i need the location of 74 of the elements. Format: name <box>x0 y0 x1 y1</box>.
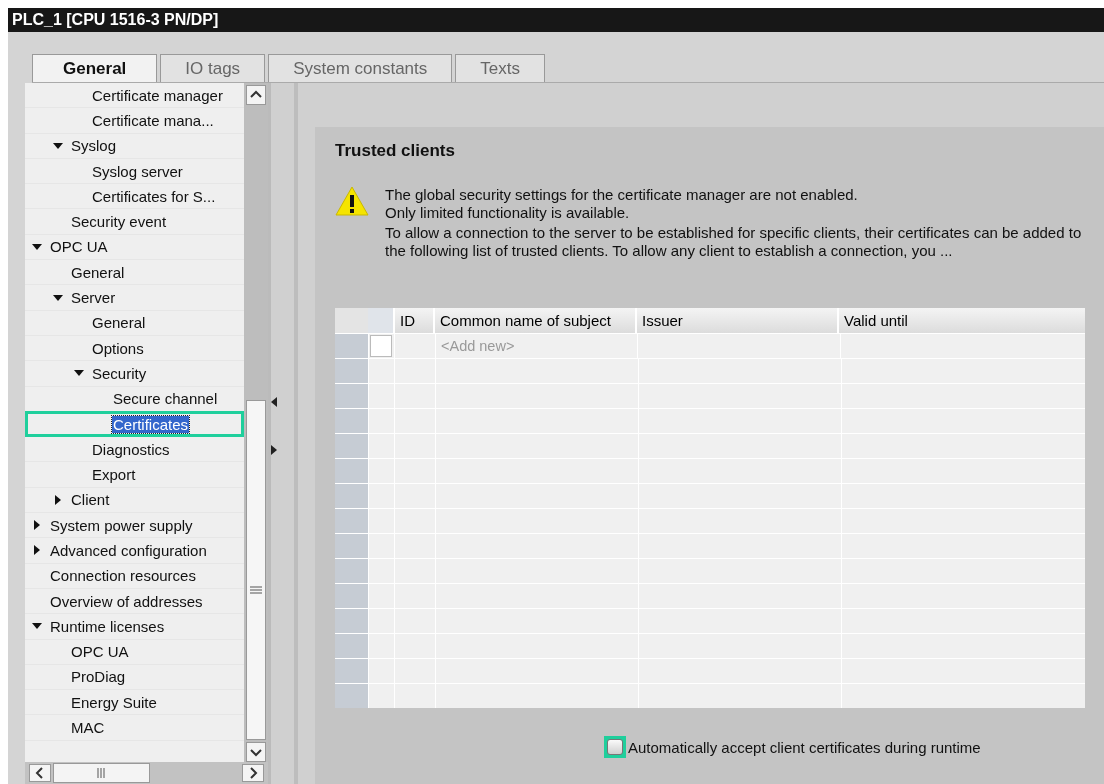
row-header[interactable] <box>335 659 369 683</box>
expanded-arrow-icon[interactable] <box>53 140 63 151</box>
tree-item[interactable]: General <box>91 314 147 332</box>
row-header[interactable] <box>335 584 369 608</box>
corner-cell <box>335 308 368 333</box>
row-header[interactable] <box>335 359 369 383</box>
tab[interactable]: Texts <box>455 54 545 82</box>
tree-item[interactable]: Connection resources <box>49 567 197 585</box>
tree-item[interactable]: Client <box>70 491 111 509</box>
tree-item[interactable]: Certificate mana... <box>91 111 215 129</box>
tree-item[interactable]: ProDiag <box>70 668 127 686</box>
scroll-right-icon[interactable] <box>242 764 264 782</box>
expanded-arrow-icon[interactable] <box>53 292 63 303</box>
scroll-left-icon[interactable] <box>29 764 51 782</box>
tree-item[interactable]: Security event <box>70 213 168 231</box>
tree-item[interactable]: Runtime licenses <box>49 617 166 635</box>
tree-item[interactable]: Certificates <box>112 415 190 433</box>
horizontal-scrollbar[interactable] <box>25 762 268 784</box>
scroll-up-icon[interactable] <box>246 85 266 105</box>
tree-item[interactable]: Export <box>91 466 137 484</box>
input-cell[interactable] <box>370 335 392 357</box>
description-text: To allow a connection to the server to be established for specific clients, their certificates can be added to the following list of trusted clients. To allow any client to establish a connection, you ... <box>385 224 1083 260</box>
vertical-scrollbar[interactable] <box>244 83 268 762</box>
row-header[interactable] <box>335 684 369 708</box>
tree-item[interactable]: Advanced configuration <box>49 542 208 559</box>
collapsed-arrow-icon[interactable] <box>32 545 42 556</box>
grip-icon <box>96 768 107 778</box>
grip-icon <box>250 586 262 594</box>
row-header[interactable] <box>335 484 369 508</box>
tree-item[interactable]: Security <box>91 364 148 382</box>
column-header[interactable]: ID <box>394 308 434 333</box>
expanded-arrow-icon[interactable] <box>32 241 42 252</box>
collapsed-arrow-icon[interactable] <box>32 520 42 531</box>
row-header[interactable] <box>335 459 369 483</box>
row-header[interactable] <box>335 334 369 358</box>
tree-item[interactable]: MAC <box>70 719 106 737</box>
tree-item[interactable]: Energy Suite <box>70 693 158 711</box>
row-header[interactable] <box>335 634 369 658</box>
tree-item[interactable]: OPC UA <box>70 643 130 661</box>
window-title: PLC_1 [CPU 1516-3 PN/DP] <box>8 8 1104 32</box>
row-header[interactable] <box>335 609 369 633</box>
tree-item[interactable]: Certificates for S... <box>91 187 217 205</box>
tree-item[interactable]: Certificate manager <box>91 86 224 104</box>
tab[interactable]: IO tags <box>160 54 266 82</box>
section-title: Trusted clients <box>335 141 456 161</box>
tree-item[interactable]: Overview of addresses <box>49 592 204 610</box>
tab[interactable]: General <box>32 54 158 82</box>
tree-item[interactable]: General <box>70 263 126 281</box>
tree-item[interactable]: Syslog <box>70 137 118 155</box>
tree-item[interactable]: Diagnostics <box>91 440 171 458</box>
row-header[interactable] <box>335 409 369 433</box>
scroll-down-icon[interactable] <box>246 742 266 762</box>
tree-item[interactable]: Options <box>91 339 145 357</box>
collapsed-arrow-icon[interactable] <box>53 494 63 505</box>
warning-text: The global security settings for the certificate manager are not enabled. <box>385 186 859 204</box>
tree-item[interactable]: Server <box>70 289 117 306</box>
expand-right-icon[interactable] <box>271 445 277 455</box>
collapse-left-icon[interactable] <box>271 397 277 407</box>
column-header[interactable]: Valid until <box>838 308 1085 333</box>
tree-item[interactable]: OPC UA <box>49 238 109 256</box>
tree-item[interactable]: Syslog server <box>91 162 184 180</box>
tree-item[interactable]: System power supply <box>49 516 194 534</box>
warning-text: Only limited functionality is available. <box>385 204 631 222</box>
row-header[interactable] <box>335 384 369 408</box>
row-header[interactable] <box>335 509 369 533</box>
tab[interactable]: System constants <box>268 54 453 82</box>
tree-item[interactable]: Secure channel <box>112 390 219 408</box>
checkbox-label: Automatically accept client certificates during runtime <box>628 738 981 756</box>
column-header[interactable]: Common name of subject <box>434 308 636 333</box>
row-header[interactable] <box>335 559 369 583</box>
warning-icon <box>335 186 369 216</box>
row-header[interactable] <box>335 434 369 458</box>
row-header[interactable] <box>335 534 369 558</box>
column-header[interactable]: Issuer <box>636 308 838 333</box>
